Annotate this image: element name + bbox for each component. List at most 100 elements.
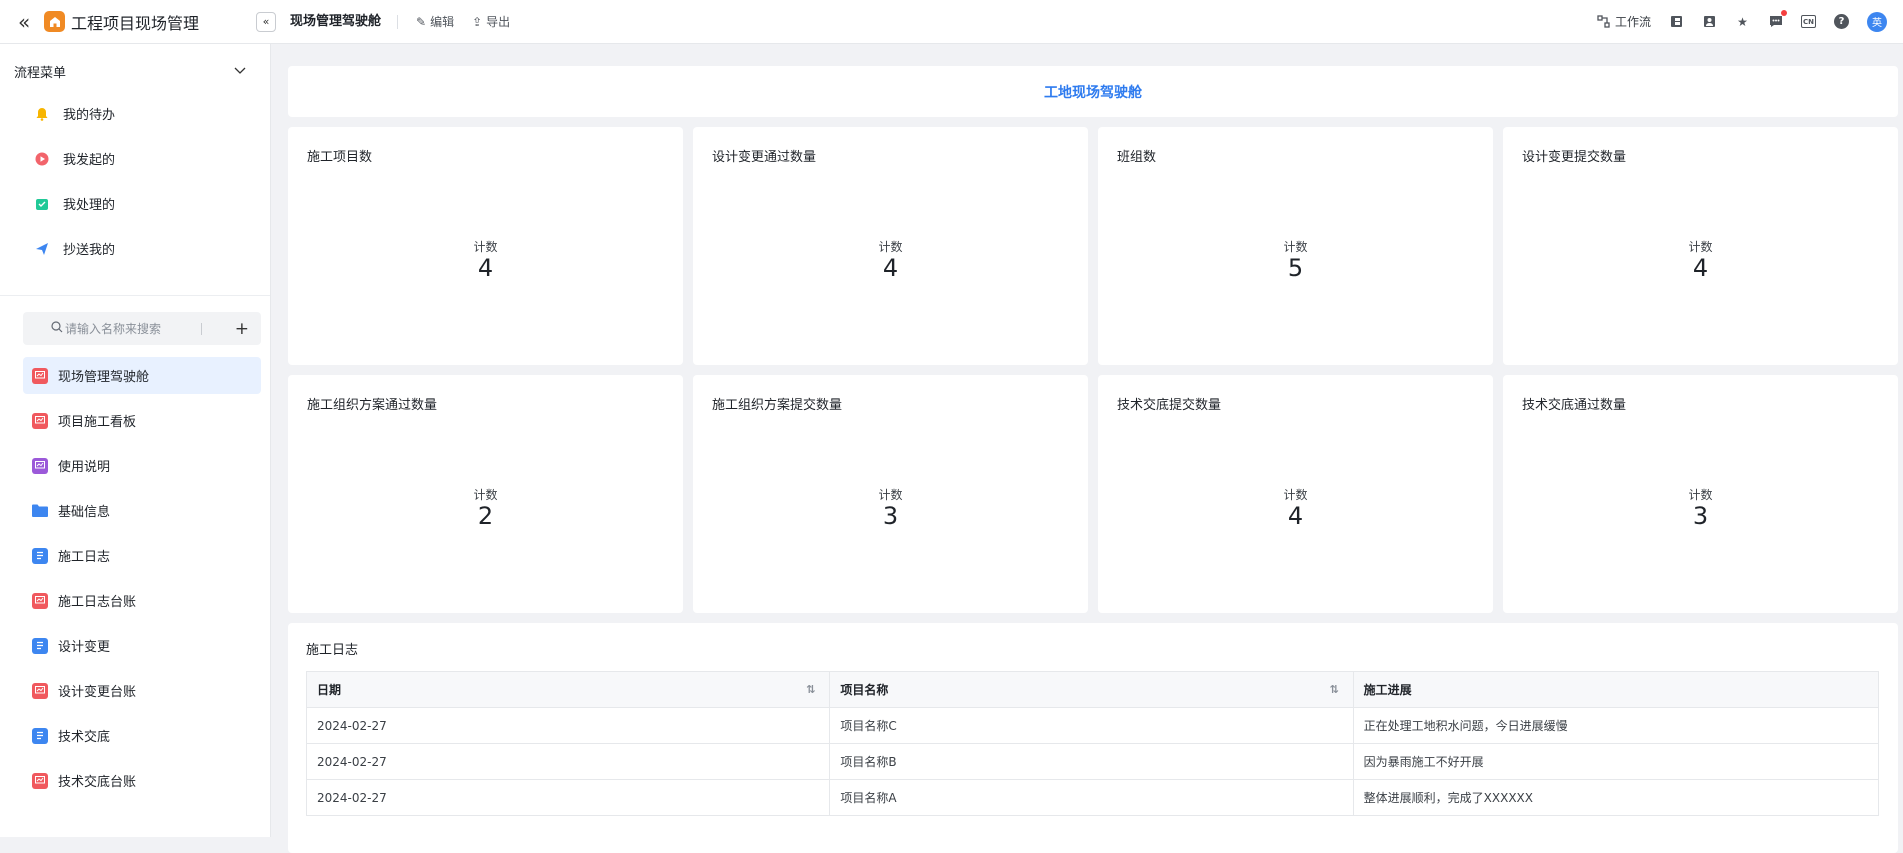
sort-icon[interactable]: ⇅: [806, 683, 815, 696]
nav-item-label: 基础信息: [58, 505, 111, 520]
stat-value: 4: [1692, 254, 1709, 282]
nav-item-tech-briefing-ledger[interactable]: 技术交底台账: [23, 762, 261, 799]
stat-value: 4: [477, 254, 494, 282]
edit-button[interactable]: ✎ 编辑: [416, 13, 454, 30]
table-row[interactable]: 2024-02-27 项目名称B 因为暴雨施工不好开展: [307, 744, 1878, 780]
table-cell: 项目名称A: [830, 780, 1354, 815]
stat-title: 施工项目数: [307, 150, 373, 165]
export-button[interactable]: ⇪ 导出: [472, 13, 510, 30]
stat-card: 技术交底通过数量 计数 3: [1503, 375, 1898, 613]
star-icon: ★: [1737, 14, 1748, 29]
search-icon: [51, 321, 63, 336]
table-row[interactable]: 2024-02-27 项目名称C 正在处理工地积水问题，今日进展缓慢: [307, 708, 1878, 744]
table-header-row: 日期 ⇅ 项目名称 ⇅ 施工进展: [307, 672, 1878, 708]
nav-item-design-change[interactable]: 设计变更: [23, 627, 261, 664]
flow-item-todo[interactable]: 我的待办: [0, 91, 270, 136]
language-button[interactable]: CN: [1801, 15, 1816, 28]
favorite-button[interactable]: ★: [1735, 14, 1750, 29]
app-header: « 工程项目现场管理: [0, 0, 270, 43]
stat-label: 计数: [1688, 488, 1713, 502]
stat-label: 计数: [1688, 240, 1713, 254]
dashboard-title: 工地现场驾驶舱: [288, 66, 1898, 117]
flow-item-cc[interactable]: 抄送我的: [0, 226, 270, 271]
sort-icon[interactable]: ⇅: [1329, 683, 1338, 696]
column-header-project[interactable]: 项目名称 ⇅: [830, 672, 1354, 707]
nav-item-guide[interactable]: 使用说明: [23, 447, 261, 484]
flow-menu-label: 流程菜单: [14, 65, 67, 81]
log-table: 日期 ⇅ 项目名称 ⇅ 施工进展 2024-02-27 项目名称C 正在处理工地…: [306, 671, 1879, 816]
stats-grid: 施工项目数 计数 4 设计变更通过数量 计数 4 班组数 计数 5 设计变更提交…: [288, 127, 1898, 613]
stat-label: 计数: [878, 488, 903, 502]
flow-item-label: 抄送我的: [63, 243, 116, 258]
table-cell: 正在处理工地积水问题，今日进展缓慢: [1363, 719, 1568, 733]
stat-label: 计数: [1283, 240, 1308, 254]
nav-item-dashboard[interactable]: 现场管理驾驶舱: [23, 357, 261, 394]
nav-item-label: 项目施工看板: [58, 415, 137, 430]
back-icon[interactable]: «: [18, 10, 40, 34]
stat-value: 3: [1692, 502, 1709, 530]
layout-button[interactable]: [1669, 14, 1684, 29]
stat-title: 设计变更提交数量: [1522, 150, 1627, 165]
stat-title: 班组数: [1117, 150, 1157, 165]
column-header-progress: 施工进展: [1354, 672, 1878, 707]
stat-value: 4: [882, 254, 899, 282]
nav-item-design-change-ledger[interactable]: 设计变更台账: [23, 672, 261, 709]
language-icon: CN: [1801, 15, 1816, 28]
stat-title: 设计变更通过数量: [712, 150, 817, 165]
flow-menu-header[interactable]: 流程菜单: [0, 51, 270, 91]
divider: [0, 295, 270, 296]
stat-value: 4: [1287, 502, 1304, 530]
nav-item-label: 现场管理驾驶舱: [58, 370, 150, 385]
send-icon: [34, 241, 50, 257]
stat-card: 设计变更提交数量 计数 4: [1503, 127, 1898, 365]
user-avatar[interactable]: 英: [1867, 11, 1887, 32]
stat-card: 施工项目数 计数 4: [288, 127, 683, 365]
stat-title: 施工组织方案提交数量: [712, 398, 843, 413]
play-icon: [34, 151, 50, 167]
nav-item-label: 施工日志台账: [58, 595, 137, 610]
nav-item-label: 设计变更: [58, 640, 111, 655]
nav-item-label: 施工日志: [58, 550, 111, 565]
form-icon: [32, 547, 48, 564]
flow-item-label: 我的待办: [63, 108, 116, 123]
flow-item-initiated[interactable]: 我发起的: [0, 136, 270, 181]
dashboard-icon: [32, 682, 48, 699]
table-cell: 因为暴雨施工不好开展: [1363, 755, 1484, 769]
flow-item-processed[interactable]: 我处理的: [0, 181, 270, 226]
search-input[interactable]: [65, 321, 195, 336]
column-header-date[interactable]: 日期 ⇅: [307, 672, 831, 707]
messages-button[interactable]: [1768, 10, 1787, 29]
table-cell: 2024-02-27: [307, 708, 831, 743]
nav-item-construction-log[interactable]: 施工日志: [23, 537, 261, 574]
nav-item-project-board[interactable]: 项目施工看板: [23, 402, 261, 439]
search-box: +: [23, 312, 261, 345]
nav-list: 现场管理驾驶舱 项目施工看板 使用说明 基础信息 施工日志 施工日志台账 设计变…: [0, 357, 270, 799]
dashboard-icon: [32, 592, 48, 609]
export-label: 导出: [486, 15, 511, 29]
divider: [201, 322, 202, 335]
chevron-down-icon: [234, 64, 246, 79]
table-row[interactable]: 2024-02-27 项目名称A 整体进展顺利，完成了XXXXXX: [307, 780, 1878, 816]
table-cell: 2024-02-27: [307, 744, 831, 779]
nav-item-label: 技术交底: [58, 730, 111, 745]
collapse-sidebar-button[interactable]: «: [256, 11, 276, 32]
workflow-button[interactable]: 工作流: [1596, 13, 1651, 30]
nav-item-basic-info[interactable]: 基础信息: [23, 492, 261, 529]
flow-item-label: 我发起的: [63, 153, 116, 168]
nav-item-construction-log-ledger[interactable]: 施工日志台账: [23, 582, 261, 619]
nav-item-label: 设计变更台账: [58, 685, 137, 700]
toolbar-right: 工作流 ★ CN ? 英: [1578, 10, 1903, 32]
dashboard-icon: [32, 367, 48, 384]
contacts-button[interactable]: [1702, 14, 1717, 29]
flow-item-label: 我处理的: [63, 198, 116, 213]
stat-card: 班组数 计数 5: [1098, 127, 1493, 365]
stat-label: 计数: [473, 240, 498, 254]
nav-item-tech-briefing[interactable]: 技术交底: [23, 717, 261, 754]
form-icon: [32, 727, 48, 744]
help-button[interactable]: ?: [1834, 14, 1849, 29]
add-button[interactable]: +: [235, 319, 249, 339]
layout-icon: [1669, 14, 1684, 29]
app-title: 工程项目现场管理: [71, 13, 200, 33]
table-cell: 项目名称C: [830, 708, 1354, 743]
avatar: 英: [1867, 11, 1887, 32]
